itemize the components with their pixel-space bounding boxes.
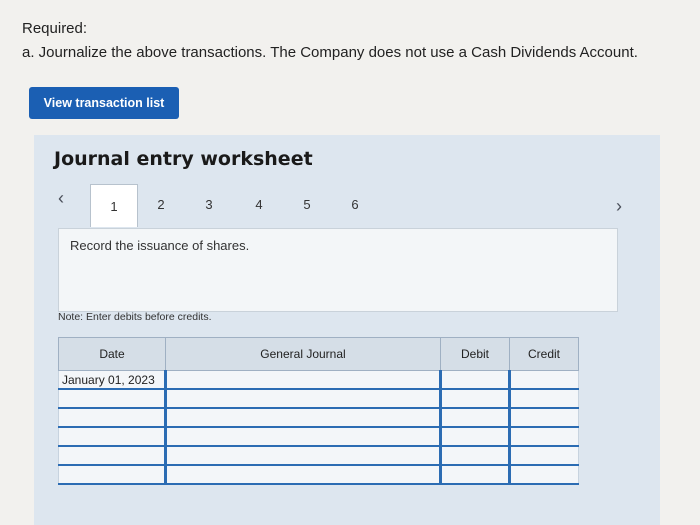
credit-cell[interactable]	[508, 370, 579, 390]
tab-5[interactable]: 5	[284, 184, 330, 224]
tab-2[interactable]: 2	[138, 184, 184, 224]
account-cell[interactable]	[164, 407, 441, 428]
date-cell[interactable]	[58, 445, 166, 466]
debit-cell[interactable]	[439, 464, 510, 485]
journal-header-row: Date General Journal Debit Credit	[58, 337, 579, 371]
chevron-left-icon[interactable]: ‹	[58, 188, 64, 209]
chevron-right-icon[interactable]: ›	[616, 196, 622, 217]
account-cell[interactable]	[164, 388, 441, 409]
date-cell[interactable]	[58, 388, 166, 409]
debit-credit-note: Note: Enter debits before credits.	[58, 311, 212, 323]
credit-cell[interactable]	[508, 407, 579, 428]
debit-column-header: Debit	[440, 337, 510, 371]
table-row	[58, 426, 579, 447]
debit-cell[interactable]	[439, 407, 510, 428]
credit-cell[interactable]	[508, 388, 579, 409]
debit-cell[interactable]	[439, 388, 510, 409]
date-cell[interactable]	[58, 464, 166, 485]
account-cell[interactable]	[164, 464, 441, 485]
journal-table: Date General Journal Debit Credit Januar…	[58, 337, 579, 485]
table-row	[58, 388, 579, 409]
tab-4[interactable]: 4	[236, 184, 282, 224]
date-column-header: Date	[58, 337, 166, 371]
record-description: Record the issuance of shares.	[70, 238, 250, 253]
account-cell[interactable]	[164, 445, 441, 466]
date-cell[interactable]	[58, 407, 166, 428]
date-cell[interactable]	[58, 426, 166, 447]
tab-1[interactable]: 1	[90, 184, 138, 227]
credit-column-header: Credit	[509, 337, 579, 371]
table-row: January 01, 2023	[58, 370, 579, 390]
debit-cell[interactable]	[439, 426, 510, 447]
instruction-text: a. Journalize the above transactions. Th…	[22, 44, 638, 61]
table-row	[58, 464, 579, 485]
table-row	[58, 407, 579, 428]
credit-cell[interactable]	[508, 426, 579, 447]
general-journal-column-header: General Journal	[165, 337, 441, 371]
debit-cell[interactable]	[439, 370, 510, 390]
required-label: Required:	[22, 20, 88, 37]
account-cell[interactable]	[164, 426, 441, 447]
tab-6[interactable]: 6	[332, 184, 378, 224]
tab-3[interactable]: 3	[186, 184, 232, 224]
account-cell[interactable]	[164, 370, 441, 390]
table-row	[58, 445, 579, 466]
credit-cell[interactable]	[508, 445, 579, 466]
date-cell[interactable]: January 01, 2023	[58, 370, 166, 390]
worksheet-title: Journal entry worksheet	[54, 148, 313, 170]
credit-cell[interactable]	[508, 464, 579, 485]
view-transaction-list-button[interactable]: View transaction list	[29, 87, 179, 119]
debit-cell[interactable]	[439, 445, 510, 466]
